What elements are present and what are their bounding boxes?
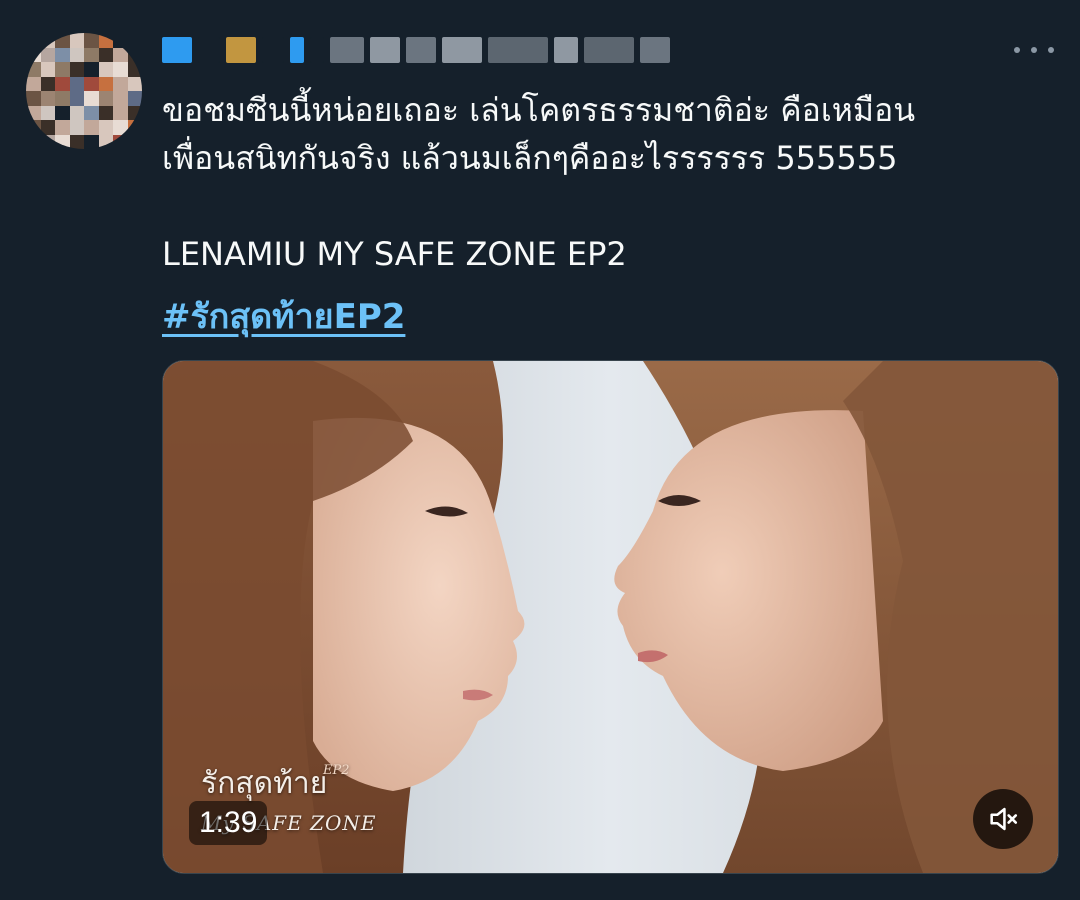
avatar-pixel <box>127 33 142 48</box>
avatar-pixel <box>55 91 70 106</box>
avatar-pixel <box>84 120 99 135</box>
avatar-pixel <box>127 134 142 149</box>
avatar-pixel <box>26 62 41 77</box>
avatar-pixel <box>98 33 113 48</box>
avatar-pixel <box>113 105 128 120</box>
avatar-pixel <box>127 76 142 91</box>
avatar-pixel <box>55 120 70 135</box>
author-name-obscured[interactable] <box>162 30 670 70</box>
avatar-pixel <box>84 105 99 120</box>
avatar-pixel <box>84 33 99 48</box>
tweet-text: ขอชมซีนนี้หน่อยเถอะ เล่นโคตรธรรมชาติอ่ะ … <box>162 91 916 273</box>
avatar-pixel <box>113 47 128 62</box>
avatar-pixel <box>55 33 70 48</box>
avatar-pixel <box>26 47 41 62</box>
avatar-pixel <box>55 47 70 62</box>
video-timestamp: 1:39 <box>189 801 268 845</box>
avatar-pixel <box>113 134 128 149</box>
avatar-pixel <box>127 105 142 120</box>
tweet[interactable]: ขอชมซีนนี้หน่อยเถอะ เล่นโคตรธรรมชาติอ่ะ … <box>0 0 1080 900</box>
avatar-pixel <box>98 76 113 91</box>
tweet-footer-cutoff <box>0 880 1080 900</box>
volume-muted-icon <box>990 807 1018 831</box>
avatar-pixel <box>55 62 70 77</box>
avatar-pixel <box>127 47 142 62</box>
hashtag-link[interactable]: #รักสุดท้ายEP2 <box>162 294 405 340</box>
avatar-pixel <box>69 76 84 91</box>
avatar-pixel <box>55 76 70 91</box>
avatar-pixel <box>26 120 41 135</box>
avatar-pixel <box>40 76 55 91</box>
mute-button[interactable] <box>973 789 1033 849</box>
avatar-pixel <box>40 33 55 48</box>
avatar-pixel <box>113 62 128 77</box>
avatar-pixel <box>113 33 128 48</box>
avatar-pixel <box>55 105 70 120</box>
avatar-pixel <box>40 47 55 62</box>
avatar-pixel <box>84 62 99 77</box>
avatar-pixel <box>26 91 41 106</box>
avatar-pixel <box>55 134 70 149</box>
avatar-pixel <box>69 33 84 48</box>
video-player[interactable]: รักสุดท้าย EP2 My SAFE ZONE 1:39 <box>162 360 1059 874</box>
avatar-pixel <box>98 47 113 62</box>
more-horizontal-icon[interactable] <box>1014 40 1054 60</box>
avatar-pixel <box>113 120 128 135</box>
avatar-pixel <box>69 47 84 62</box>
avatar-pixel <box>98 62 113 77</box>
avatar[interactable] <box>26 33 142 149</box>
avatar-pixel <box>98 134 113 149</box>
avatar-pixel <box>69 134 84 149</box>
watermark-title: รักสุดท้าย <box>201 766 328 801</box>
avatar-pixel <box>98 105 113 120</box>
avatar-pixel <box>69 62 84 77</box>
avatar-pixel <box>40 91 55 106</box>
avatar-pixel <box>69 120 84 135</box>
avatar-pixel <box>69 105 84 120</box>
avatar-pixel <box>69 91 84 106</box>
avatar-pixel <box>40 62 55 77</box>
avatar-pixel <box>84 91 99 106</box>
avatar-pixel <box>84 47 99 62</box>
avatar-pixel <box>26 76 41 91</box>
avatar-pixel <box>84 76 99 91</box>
avatar-pixel <box>127 62 142 77</box>
avatar-pixel <box>98 91 113 106</box>
avatar-pixel <box>113 76 128 91</box>
avatar-pixel <box>98 120 113 135</box>
avatar-pixel <box>40 134 55 149</box>
avatar-pixel <box>84 134 99 149</box>
avatar-pixel <box>26 33 41 48</box>
avatar-pixel <box>40 105 55 120</box>
watermark-ep: EP2 <box>323 763 350 778</box>
avatar-pixel <box>26 134 41 149</box>
avatar-pixel <box>127 120 142 135</box>
avatar-pixel <box>127 91 142 106</box>
avatar-pixel <box>26 105 41 120</box>
avatar-pixel <box>113 91 128 106</box>
avatar-pixel <box>40 120 55 135</box>
